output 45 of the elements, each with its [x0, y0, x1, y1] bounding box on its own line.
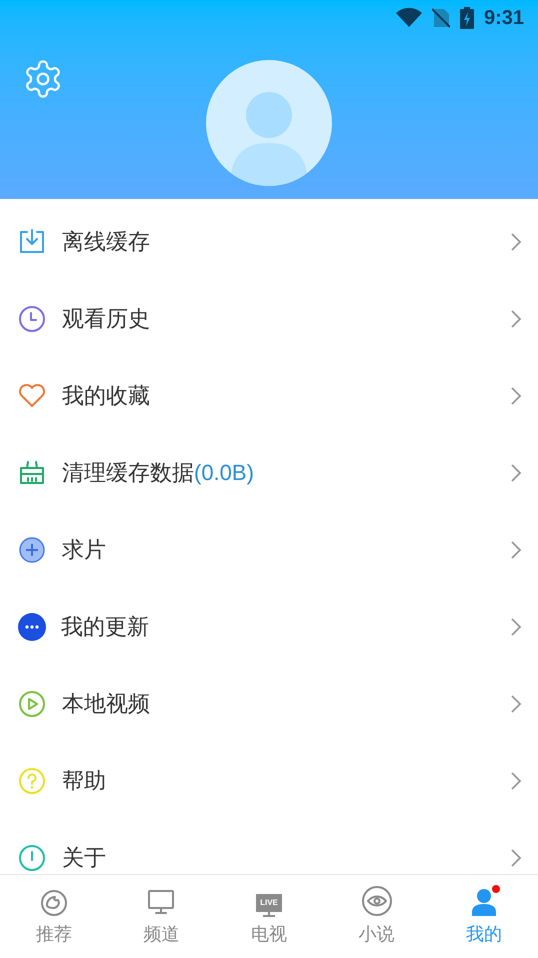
menu-item[interactable]: 求片	[0, 511, 538, 588]
eye-icon	[360, 885, 393, 917]
menu-label: 离线缓存	[62, 228, 150, 256]
menu-label: 观看历史	[62, 305, 150, 333]
menu-item[interactable]: 我的更新	[0, 588, 538, 665]
help-icon	[17, 766, 47, 796]
chevron-icon	[510, 540, 522, 560]
chevron-icon	[510, 694, 522, 714]
menu-label: 本地视频	[62, 690, 150, 718]
play-icon	[17, 688, 47, 718]
menu-label: 帮助	[62, 767, 106, 795]
tab[interactable]: 推荐	[0, 875, 108, 958]
menu-label: 求片	[62, 536, 106, 564]
tab[interactable]: 小说	[322, 875, 430, 958]
person-icon	[470, 887, 498, 917]
chevron-icon	[510, 386, 522, 406]
menu-item[interactable]: 清理缓存数据(0.0B)	[0, 434, 538, 511]
chevron-icon	[510, 616, 522, 636]
menu-item[interactable]: 我的收藏	[0, 357, 538, 434]
wifi-icon	[396, 8, 422, 28]
menu-item[interactable]: 本地视频	[0, 665, 538, 742]
chevron-icon	[510, 770, 522, 790]
tab[interactable]: LIVE 电视	[215, 875, 323, 958]
menu-label: 我的收藏	[62, 382, 150, 410]
plus-circle-icon	[17, 534, 47, 564]
chevron-icon	[510, 308, 522, 328]
menu-item[interactable]: 帮助	[0, 742, 538, 819]
chevron-icon	[510, 232, 522, 252]
chevron-icon	[510, 462, 522, 482]
chevron-icon	[510, 848, 522, 868]
menu-item[interactable]: 关于	[0, 819, 538, 874]
menu-label: 关于	[62, 844, 106, 872]
no-sim-icon	[432, 8, 450, 28]
battery-icon	[460, 7, 474, 29]
avatar-icon[interactable]	[206, 60, 332, 186]
more-icon	[17, 612, 47, 642]
menu-label: 我的更新	[61, 613, 149, 641]
status-time: 9:31	[484, 6, 524, 31]
menu-item[interactable]: 离线缓存	[0, 203, 538, 280]
tab[interactable]: 频道	[108, 875, 216, 958]
clock-icon	[17, 304, 47, 334]
monitor-icon	[146, 887, 176, 917]
menu-label: 清理缓存数据(0.0B)	[62, 459, 254, 487]
info-icon	[17, 842, 47, 872]
menu-item[interactable]: 观看历史	[0, 280, 538, 357]
